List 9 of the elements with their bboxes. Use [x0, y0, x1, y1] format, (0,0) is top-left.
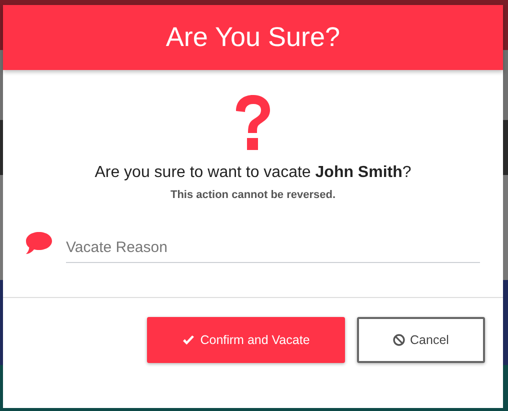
confirm-message: Are you sure to want to vacate John Smith?	[94, 164, 412, 182]
speech-bubble-icon	[25, 231, 53, 255]
ban-icon	[393, 334, 406, 346]
dialog-title: Are You Sure?	[166, 22, 340, 53]
confirm-button[interactable]: Confirm and Vacate	[147, 317, 345, 363]
check-icon	[182, 334, 196, 346]
question-mark-icon	[233, 94, 273, 152]
warning-text: This action cannot be reversed.	[170, 189, 336, 201]
cancel-button[interactable]: Cancel	[357, 317, 485, 363]
